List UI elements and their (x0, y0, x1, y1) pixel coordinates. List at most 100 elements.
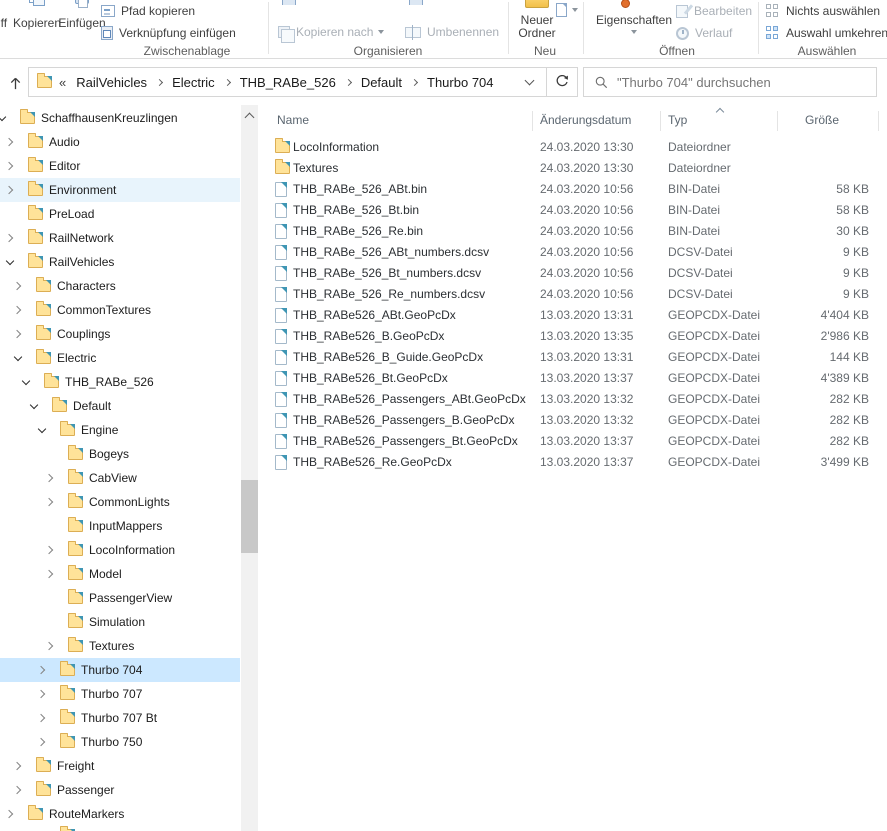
chevron-collapsed-icon[interactable] (44, 496, 56, 508)
chevron-expanded-icon[interactable] (36, 424, 48, 436)
chevron-expanded-icon[interactable] (28, 400, 40, 412)
copy-path-button[interactable]: Pfad kopieren (101, 2, 195, 20)
breadcrumb-separator-icon[interactable] (156, 78, 164, 86)
chevron-collapsed-icon[interactable] (36, 736, 48, 748)
chevron-collapsed-icon[interactable] (12, 328, 24, 340)
chevron-expanded-icon[interactable] (4, 256, 16, 268)
column-divider[interactable] (777, 111, 778, 131)
tree-item-commontextures[interactable]: CommonTextures (0, 298, 240, 322)
breadcrumb-overflow-icon[interactable]: « (59, 75, 66, 90)
tree-item-commonlights[interactable]: CommonLights (0, 490, 240, 514)
chevron-collapsed-icon[interactable] (4, 808, 16, 820)
file-row-thb-rabe526-b-guide-geopcdx[interactable]: THB_RABe526_B_Guide.GeoPcDx 13.03.2020 1… (260, 347, 887, 368)
file-row-thb-rabe-526-re-bin[interactable]: THB_RABe_526_Re.bin 24.03.2020 10:56 BIN… (260, 221, 887, 242)
tree-item-electric[interactable]: Electric (0, 346, 240, 370)
breadcrumb-item[interactable]: Electric (166, 75, 234, 90)
tree-item-environment[interactable]: Environment (0, 178, 240, 202)
tree-item-thurbo-707-bt[interactable]: Thurbo 707 Bt (0, 706, 240, 730)
tree-item-preload[interactable]: PreLoad (0, 202, 240, 226)
column-header-type[interactable]: Typ (668, 113, 687, 127)
tree-item-schaffhausenkreuzlingen[interactable]: SchaffhausenKreuzlingen (0, 106, 240, 130)
file-row-thb-rabe-526-bt-bin[interactable]: THB_RABe_526_Bt.bin 24.03.2020 10:56 BIN… (260, 200, 887, 221)
file-row-thb-rabe526-bt-geopcdx[interactable]: THB_RABe526_Bt.GeoPcDx 13.03.2020 13:37 … (260, 368, 887, 389)
breadcrumb-separator-icon[interactable] (344, 78, 352, 86)
file-row-thb-rabe-526-abt-numbers-dcsv[interactable]: THB_RABe_526_ABt_numbers.dcsv 24.03.2020… (260, 242, 887, 263)
chevron-collapsed-icon[interactable] (4, 232, 16, 244)
chevron-collapsed-icon[interactable] (12, 760, 24, 772)
tree-item-default[interactable]: Default (0, 394, 240, 418)
column-header-size[interactable]: Größe (805, 113, 839, 127)
chevron-collapsed-icon[interactable] (44, 568, 56, 580)
tree-item-characters[interactable]: Characters (0, 274, 240, 298)
breadcrumb-item[interactable]: RailVehicles (70, 75, 166, 90)
chevron-collapsed-icon[interactable] (44, 544, 56, 556)
chevron-collapsed-icon[interactable] (12, 280, 24, 292)
search-input[interactable] (608, 74, 876, 90)
chevron-collapsed-icon[interactable] (4, 136, 16, 148)
rename-button[interactable]: Umbenennen (405, 23, 499, 41)
history-button[interactable]: Verlauf (676, 24, 732, 42)
tree-item-thurbo-750[interactable]: Thurbo 750 (0, 730, 240, 754)
file-row-textures[interactable]: Textures 24.03.2020 13:30 Dateiordner (260, 158, 887, 179)
tree-item-railvehicles[interactable]: RailVehicles (0, 250, 240, 274)
column-header-date[interactable]: Änderungsdatum (540, 113, 631, 127)
search-box[interactable] (583, 67, 877, 97)
tree-item-thurbo-704[interactable]: Thurbo 704 (0, 658, 240, 682)
breadcrumb-separator-icon[interactable] (410, 78, 419, 86)
file-row-thb-rabe526-passengers-b-geopcdx[interactable]: THB_RABe526_Passengers_B.GeoPcDx 13.03.2… (260, 410, 887, 431)
chevron-expanded-icon[interactable] (12, 352, 24, 364)
refresh-button[interactable] (547, 67, 578, 97)
file-row-thb-rabe-526-re-numbers-dcsv[interactable]: THB_RABe_526_Re_numbers.dcsv 24.03.2020 … (260, 284, 887, 305)
up-button[interactable] (3, 70, 27, 96)
breadcrumb-item[interactable]: THB_RABe_526 (234, 75, 355, 90)
tree-item-locoinformation[interactable]: LocoInformation (0, 538, 240, 562)
file-row-locoinformation[interactable]: LocoInformation 24.03.2020 13:30 Dateior… (260, 137, 887, 158)
file-row-thb-rabe526-b-geopcdx[interactable]: THB_RABe526_B.GeoPcDx 13.03.2020 13:35 G… (260, 326, 887, 347)
file-row-thb-rabe-526-bt-numbers-dcsv[interactable]: THB_RABe_526_Bt_numbers.dcsv 24.03.2020 … (260, 263, 887, 284)
chevron-collapsed-icon[interactable] (36, 688, 48, 700)
chevron-collapsed-icon[interactable] (12, 784, 24, 796)
address-dropdown-icon[interactable] (524, 75, 535, 85)
new-item-button[interactable] (556, 1, 578, 19)
file-row-thb-rabe-526-abt-bin[interactable]: THB_RABe_526_ABt.bin 24.03.2020 10:56 BI… (260, 179, 887, 200)
tree-item-partial[interactable] (0, 826, 240, 831)
file-row-thb-rabe526-abt-geopcdx[interactable]: THB_RABe526_ABt.GeoPcDx 13.03.2020 13:31… (260, 305, 887, 326)
tree-item-railnetwork[interactable]: RailNetwork (0, 226, 240, 250)
scrollbar-up-arrow-icon[interactable] (241, 107, 258, 123)
edit-button[interactable]: Bearbeiten (676, 2, 752, 20)
column-divider[interactable] (660, 111, 661, 131)
tree-item-simulation[interactable]: Simulation (0, 610, 240, 634)
chevron-collapsed-icon[interactable] (36, 712, 48, 724)
tree-item-freight[interactable]: Freight (0, 754, 240, 778)
chevron-collapsed-icon[interactable] (12, 304, 24, 316)
copy-to-button[interactable]: Kopieren nach (278, 23, 385, 43)
tree-item-passengerview[interactable]: PassengerView (0, 586, 240, 610)
breadcrumb-item[interactable]: Default (355, 75, 421, 90)
breadcrumb-separator-icon[interactable] (223, 78, 231, 86)
chevron-collapsed-icon[interactable] (44, 472, 56, 484)
file-row-thb-rabe526-re-geopcdx[interactable]: THB_RABe526_Re.GeoPcDx 13.03.2020 13:37 … (260, 452, 887, 473)
chevron-collapsed-icon[interactable] (36, 664, 48, 676)
file-row-thb-rabe526-passengers-abt-geopcdx[interactable]: THB_RABe526_Passengers_ABt.GeoPcDx 13.03… (260, 389, 887, 410)
paste-shortcut-button[interactable]: Verknüpfung einfügen (101, 24, 236, 42)
chevron-expanded-icon[interactable] (0, 112, 8, 124)
column-divider[interactable] (878, 111, 879, 131)
scrollbar-thumb[interactable] (241, 480, 258, 553)
tree-item-thb-rabe-526[interactable]: THB_RABe_526 (0, 370, 240, 394)
tree-item-thurbo-707[interactable]: Thurbo 707 (0, 682, 240, 706)
tree-item-model[interactable]: Model (0, 562, 240, 586)
tree-item-cabview[interactable]: CabView (0, 466, 240, 490)
select-none-button[interactable]: Nichts auswählen (766, 2, 880, 20)
file-row-thb-rabe526-passengers-bt-geopcdx[interactable]: THB_RABe526_Passengers_Bt.GeoPcDx 13.03.… (260, 431, 887, 452)
chevron-collapsed-icon[interactable] (4, 160, 16, 172)
tree-item-inputmappers[interactable]: InputMappers (0, 514, 240, 538)
breadcrumb-item[interactable]: Thurbo 704 (421, 75, 500, 90)
tree-item-routemarkers[interactable]: RouteMarkers (0, 802, 240, 826)
tree-scrollbar[interactable] (241, 105, 258, 831)
tree-item-couplings[interactable]: Couplings (0, 322, 240, 346)
tree-item-bogeys[interactable]: Bogeys (0, 442, 240, 466)
tree-item-audio[interactable]: Audio (0, 130, 240, 154)
invert-selection-button[interactable]: Auswahl umkehren (766, 24, 887, 42)
address-bar[interactable]: « RailVehicles Electric THB_RABe_526 Def… (28, 67, 547, 97)
tree-item-textures[interactable]: Textures (0, 634, 240, 658)
